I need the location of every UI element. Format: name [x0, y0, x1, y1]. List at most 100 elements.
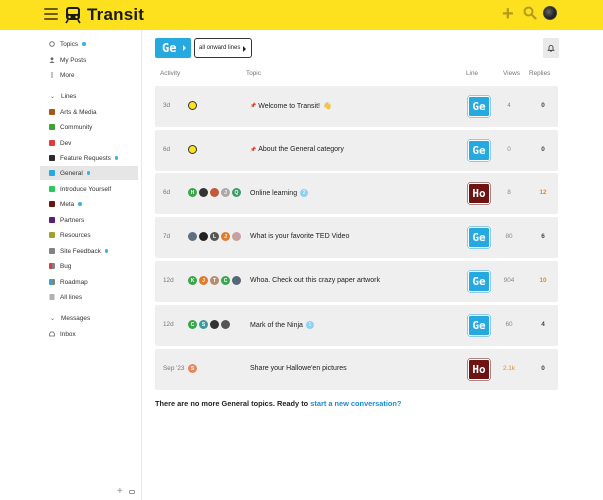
- avatar[interactable]: [210, 188, 219, 197]
- replies-count[interactable]: 12: [533, 189, 553, 196]
- line-filter-button[interactable]: Ge: [155, 38, 191, 58]
- avatar[interactable]: L: [210, 232, 219, 241]
- activity-time[interactable]: 6d: [163, 146, 170, 153]
- activity-time[interactable]: 7d: [163, 233, 170, 240]
- topic-title[interactable]: What is your favorite TED Video: [250, 233, 349, 240]
- topic-title[interactable]: Mark of the Ninja 1: [250, 321, 314, 329]
- line-badge[interactable]: Ge: [468, 271, 490, 292]
- sidebar-item-all-lines[interactable]: All lines: [40, 290, 138, 304]
- sidebar-item-bug[interactable]: Bug: [40, 259, 138, 273]
- sidebar-item-more[interactable]: More: [40, 68, 138, 82]
- avatar[interactable]: K: [188, 276, 197, 285]
- sidebar-item-introduce-yourself[interactable]: Introduce Yourself: [40, 182, 138, 196]
- sidebar-item-feature-requests[interactable]: Feature Requests: [40, 151, 138, 165]
- topic-title[interactable]: Whoa. Check out this crazy paper artwork: [250, 277, 380, 284]
- activity-time[interactable]: 3d: [163, 102, 170, 109]
- tram-icon[interactable]: [63, 5, 83, 25]
- topic-title-text[interactable]: Welcome to Transit!: [258, 103, 320, 110]
- sidebar-item-my-posts[interactable]: My Posts: [40, 53, 138, 67]
- avatar[interactable]: S: [199, 320, 208, 329]
- avatar[interactable]: J: [199, 276, 208, 285]
- table-row[interactable]: 6d H J Q Online learning 2 Ho 8 12: [155, 173, 558, 214]
- avatar[interactable]: H: [188, 188, 197, 197]
- replies-count[interactable]: 0: [533, 146, 553, 153]
- avatar[interactable]: [543, 6, 557, 20]
- avatar[interactable]: [199, 188, 208, 197]
- topic-title-text[interactable]: Share your Hallowe'en pictures: [250, 365, 347, 372]
- avatar[interactable]: C: [221, 276, 230, 285]
- avatar[interactable]: C: [188, 320, 197, 329]
- sidebar-item-topics[interactable]: Topics: [40, 37, 138, 51]
- new-conversation-link[interactable]: start a new conversation?: [310, 399, 401, 408]
- avatar[interactable]: Q: [232, 188, 241, 197]
- table-row[interactable]: 3d 📌 Welcome to Transit! 👋 Ge 4 0: [155, 86, 558, 127]
- table-row[interactable]: Sep '23 S Share your Hallowe'en pictures Ho…: [155, 349, 558, 390]
- topic-title-text[interactable]: About the General category: [258, 146, 344, 153]
- sidebar-section-lines[interactable]: ⌄ Lines: [40, 89, 138, 103]
- avatar[interactable]: [210, 320, 219, 329]
- topic-title-text[interactable]: What is your favorite TED Video: [250, 233, 349, 240]
- hamburger-icon[interactable]: [44, 8, 58, 20]
- sidebar-item-partners[interactable]: Partners: [40, 213, 138, 227]
- avatar[interactable]: [232, 232, 241, 241]
- sidebar-item-arts-media[interactable]: Arts & Media: [40, 105, 138, 119]
- avatar[interactable]: T: [210, 276, 219, 285]
- sidebar-item-site-feedback[interactable]: Site Feedback: [40, 244, 138, 258]
- table-row[interactable]: 6d 📌 About the General category Ge 0 0: [155, 130, 558, 171]
- replies-count[interactable]: 10: [533, 277, 553, 284]
- onward-lines-dropdown[interactable]: all onward lines: [194, 38, 252, 58]
- topic-title-text[interactable]: Whoa. Check out this crazy paper artwork: [250, 277, 380, 284]
- sidebar-item-inbox[interactable]: Inbox: [40, 327, 138, 341]
- avatar[interactable]: [188, 232, 197, 241]
- replies-count[interactable]: 0: [533, 365, 553, 372]
- topic-title[interactable]: Online learning 2: [250, 189, 309, 197]
- line-badge[interactable]: Ho: [468, 359, 490, 380]
- activity-time[interactable]: Sep '23: [163, 365, 184, 372]
- sidebar-item-meta[interactable]: Meta: [40, 197, 138, 211]
- avatar[interactable]: [188, 145, 197, 154]
- column-replies[interactable]: Replies: [529, 70, 550, 77]
- search-icon[interactable]: [523, 6, 537, 20]
- avatar[interactable]: J: [221, 188, 230, 197]
- column-topic[interactable]: Topic: [246, 70, 261, 77]
- topic-title-text[interactable]: Mark of the Ninja: [250, 322, 303, 329]
- avatar[interactable]: J: [221, 232, 230, 241]
- unread-badge[interactable]: 1: [305, 321, 314, 329]
- site-title[interactable]: Transit: [87, 5, 144, 25]
- topic-title[interactable]: 📌 About the General category: [250, 146, 344, 153]
- sidebar-item-roadmap[interactable]: Roadmap: [40, 275, 138, 289]
- column-line[interactable]: Line: [466, 70, 478, 77]
- table-row[interactable]: 7d L J What is your favorite TED Video Ge 80 6: [155, 217, 558, 258]
- table-row[interactable]: 12d C S Mark of the Ninja 1 Ge 60 4: [155, 305, 558, 346]
- topic-title[interactable]: Share your Hallowe'en pictures: [250, 365, 347, 372]
- activity-time[interactable]: 12d: [163, 321, 174, 328]
- table-row[interactable]: 12d K J T C Whoa. Check out this crazy paper …: [155, 261, 558, 302]
- line-badge[interactable]: Ge: [468, 96, 490, 117]
- notification-button[interactable]: [543, 38, 559, 58]
- replies-count[interactable]: 0: [533, 102, 553, 109]
- column-activity[interactable]: Activity: [160, 70, 180, 77]
- line-badge[interactable]: Ge: [468, 227, 490, 248]
- activity-time[interactable]: 6d: [163, 189, 170, 196]
- avatar[interactable]: [232, 276, 241, 285]
- line-badge[interactable]: Ge: [468, 315, 490, 336]
- topic-title-text[interactable]: Online learning: [250, 190, 297, 197]
- avatar[interactable]: [199, 232, 208, 241]
- topic-title[interactable]: 📌 Welcome to Transit! 👋: [250, 102, 332, 111]
- replies-count[interactable]: 4: [533, 321, 553, 328]
- avatar[interactable]: S: [188, 364, 197, 373]
- replies-count[interactable]: 6: [533, 233, 553, 240]
- plus-icon[interactable]: +: [502, 4, 514, 24]
- avatar[interactable]: [221, 320, 230, 329]
- sidebar-item-resources[interactable]: Resources: [40, 228, 138, 242]
- keyboard-icon[interactable]: [129, 490, 135, 494]
- column-views[interactable]: Views: [503, 70, 520, 77]
- sidebar-item-general[interactable]: General: [40, 166, 138, 180]
- activity-time[interactable]: 12d: [163, 277, 174, 284]
- line-badge[interactable]: Ge: [468, 140, 490, 161]
- unread-badge[interactable]: 2: [300, 189, 309, 197]
- avatar[interactable]: [188, 101, 197, 110]
- plus-icon[interactable]: +: [117, 486, 123, 497]
- line-badge[interactable]: Ho: [468, 183, 490, 204]
- sidebar-item-community[interactable]: Community: [40, 120, 138, 134]
